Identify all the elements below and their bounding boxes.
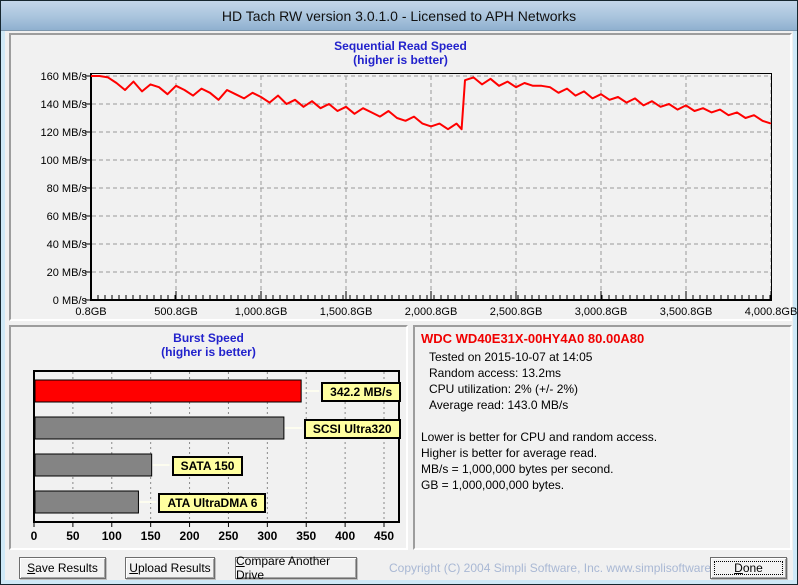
- seq-y-tick-label: 20 MB/s: [47, 267, 88, 279]
- sequential-read-chart: 0 MB/s20 MB/s40 MB/s60 MB/s80 MB/s100 MB…: [41, 71, 797, 318]
- upload-results-button[interactable]: Upload Results: [125, 557, 215, 579]
- seq-y-tick-label: 60 MB/s: [47, 211, 88, 223]
- save-results-label: Save Results: [27, 561, 98, 575]
- seq-x-tick-label: 0.8GB: [75, 306, 106, 318]
- copyright-text: Copyright (C) 2004 Simpli Software, Inc.…: [389, 561, 738, 575]
- seq-x-tick-label: 2,000.8GB: [405, 306, 458, 318]
- sequential-read-panel: Sequential Read Speed (higher is better)…: [9, 33, 797, 321]
- compare-another-drive-label: Compare Another Drive: [236, 554, 331, 582]
- burst-x-tick-label: 0: [31, 529, 38, 543]
- upload-results-label: Upload Results: [129, 561, 211, 575]
- hdtach-window: HD Tach RW version 3.0.1.0 - Licensed to…: [0, 0, 798, 585]
- drive-note-line: GB = 1,000,000,000 bytes.: [421, 478, 565, 492]
- drive-note-line: Higher is better for average read.: [421, 446, 598, 460]
- burst-bar-label: ATA UltraDMA 6: [158, 493, 267, 513]
- burst-bar-label: SCSI Ultra320: [303, 419, 401, 439]
- burst-x-tick-label: 450: [374, 529, 394, 543]
- burst-bar: [34, 490, 139, 514]
- done-button[interactable]: Done: [710, 557, 787, 579]
- title-bar[interactable]: HD Tach RW version 3.0.1.0 - Licensed to…: [1, 1, 797, 31]
- drive-note-line: Lower is better for CPU and random acces…: [421, 430, 658, 444]
- save-results-button[interactable]: Save Results: [19, 557, 106, 579]
- drive-info-panel: WDC WD40E31X-00HY4A0 80.00A80 Tested on …: [413, 325, 792, 550]
- burst-bar-label: 342.2 MB/s: [321, 382, 402, 402]
- burst-bar: [34, 379, 302, 403]
- burst-x-tick-label: 150: [141, 529, 161, 543]
- drive-name: WDC WD40E31X-00HY4A0 80.00A80: [421, 331, 645, 346]
- burst-bar-label: SATA 150: [171, 456, 244, 476]
- drive-note-line: MB/s = 1,000,000 bytes per second.: [421, 462, 614, 476]
- burst-x-tick-label: 250: [218, 529, 238, 543]
- drive-stat-line: Average read: 143.0 MB/s: [429, 398, 569, 412]
- seq-x-tick-label: 3,500.8GB: [660, 306, 713, 318]
- seq-x-tick-label: 3,000.8GB: [575, 306, 628, 318]
- burst-x-tick-label: 50: [66, 529, 80, 543]
- burst-bar: [34, 416, 285, 440]
- burst-x-tick-label: 200: [180, 529, 200, 543]
- drive-stat-line: CPU utilization: 2% (+/- 2%): [429, 382, 579, 396]
- seq-y-tick-label: 40 MB/s: [47, 239, 88, 251]
- seq-x-tick-label: 2,500.8GB: [490, 306, 543, 318]
- compare-another-drive-button[interactable]: Compare Another Drive: [235, 554, 357, 582]
- burst-bar: [34, 453, 153, 477]
- seq-y-tick-label: 140 MB/s: [41, 99, 88, 111]
- drive-notes: Lower is better for CPU and random acces…: [419, 429, 786, 493]
- seq-x-tick-label: 1,500.8GB: [320, 306, 373, 318]
- seq-y-tick-label: 80 MB/s: [47, 183, 88, 195]
- burst-x-tick-label: 300: [257, 529, 277, 543]
- seq-x-tick-label: 500.8GB: [154, 306, 197, 318]
- seq-x-tick-label: 4,000.8GB: [745, 306, 798, 318]
- burst-x-tick-label: 100: [102, 529, 122, 543]
- seq-y-tick-label: 100 MB/s: [41, 155, 88, 167]
- burst-x-tick-label: 400: [335, 529, 355, 543]
- drive-stat-line: Tested on 2015-10-07 at 14:05: [429, 350, 593, 364]
- drive-stat-line: Random access: 13.2ms: [429, 366, 562, 380]
- burst-speed-panel: Burst Speed (higher is better) 0 50 100 150…: [9, 325, 408, 550]
- seq-y-tick-label: 120 MB/s: [41, 127, 88, 139]
- burst-x-tick-label: 350: [296, 529, 316, 543]
- drive-stats: Tested on 2015-10-07 at 14:05 Random acce…: [419, 349, 786, 413]
- focus-rectangle: [714, 561, 783, 575]
- window-title: HD Tach RW version 3.0.1.0 - Licensed to…: [221, 7, 577, 24]
- seq-x-tick-label: 1,000.8GB: [235, 306, 288, 318]
- seq-y-tick-label: 160 MB/s: [41, 71, 88, 83]
